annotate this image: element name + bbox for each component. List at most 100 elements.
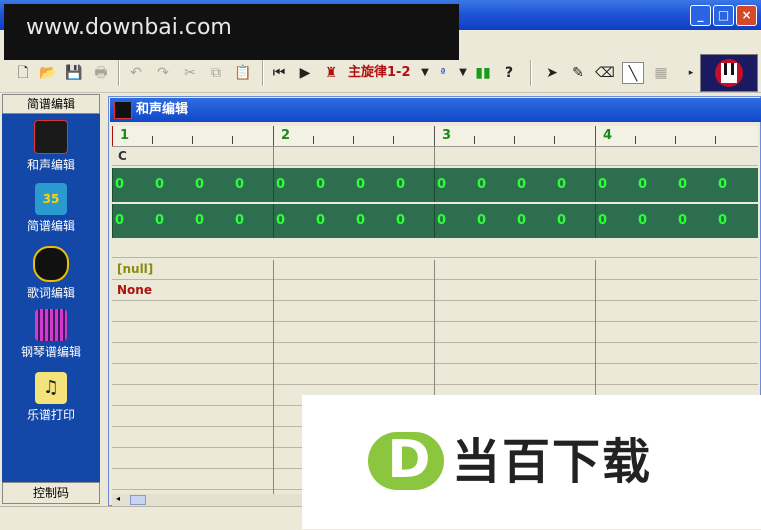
beat-value[interactable]: 0 [678, 177, 687, 192]
score-row[interactable] [112, 260, 758, 280]
beat-tick [635, 136, 636, 144]
beat-tick [393, 136, 394, 144]
beat-value[interactable]: 0 [598, 213, 607, 228]
numbered-notation-icon: 3̇5 [35, 183, 67, 215]
beat-value[interactable]: 0 [235, 177, 244, 192]
new-file-icon[interactable]: 🗋 [12, 62, 34, 84]
brand-logo-letter: D [387, 430, 431, 490]
beat-value[interactable]: 0 [115, 213, 124, 228]
line-icon[interactable]: ╲ [622, 62, 644, 84]
beat-value[interactable]: 0 [517, 177, 526, 192]
harmony-icon [34, 120, 68, 154]
beat-value[interactable]: 0 [155, 213, 164, 228]
maximize-button[interactable]: □ [713, 5, 734, 26]
module-numbered-notation[interactable]: 3̇5 简谱编辑 [2, 183, 100, 234]
undo-icon[interactable]: ↶ [125, 62, 147, 84]
beat-value[interactable]: 0 [477, 177, 486, 192]
scroll-left-icon[interactable]: ◂ [116, 494, 120, 503]
chord-symbol[interactable]: C [118, 149, 127, 163]
beat-value[interactable]: 0 [155, 177, 164, 192]
close-button[interactable]: × [736, 5, 757, 26]
pencil-icon[interactable]: ✎ [567, 62, 589, 84]
beat-tick [554, 136, 555, 144]
skip-start-icon[interactable]: ⏮ [268, 62, 290, 84]
horizontal-scrollbar[interactable]: ◂ [112, 494, 302, 506]
module-lyrics[interactable]: 歌词编辑 [2, 246, 100, 301]
score-row[interactable] [112, 323, 758, 343]
chevron-down-icon[interactable]: ▼ [452, 62, 474, 84]
beat-value[interactable]: 0 [517, 213, 526, 228]
score-row[interactable] [112, 281, 758, 301]
save-icon[interactable]: 💾 [63, 62, 85, 84]
beat-tick [232, 136, 233, 144]
beat-value[interactable]: 0 [276, 177, 285, 192]
beat-value[interactable]: 0 [195, 213, 204, 228]
toolbar-separator [118, 60, 120, 86]
beat-value[interactable]: 0 [678, 213, 687, 228]
paste-icon[interactable]: 📋 [232, 62, 254, 84]
cut-icon[interactable]: ✂ [179, 62, 201, 84]
beat-value[interactable]: 0 [316, 213, 325, 228]
measure-number: 3 [442, 128, 452, 143]
beat-value[interactable]: 0 [557, 177, 566, 192]
help-icon[interactable]: ? [498, 62, 520, 84]
minimize-button[interactable]: _ [690, 5, 711, 26]
beat-value[interactable]: 0 [356, 177, 365, 192]
measure-line [273, 168, 274, 202]
beat-value[interactable]: 0 [276, 213, 285, 228]
print-icon[interactable]: 🖶 [90, 62, 112, 84]
beat-value[interactable]: 0 [638, 177, 647, 192]
play-icon[interactable]: ▶ [294, 62, 316, 84]
module-score-print[interactable]: ♫ 乐谱打印 [2, 372, 100, 423]
beat-value[interactable]: 0 [718, 213, 727, 228]
beat-value[interactable]: 0 [316, 177, 325, 192]
note-icon[interactable]: ª [432, 62, 454, 84]
level-bars-icon[interactable]: ▮▮ [472, 62, 494, 84]
measure-line [273, 146, 274, 168]
panel-tab-control-code[interactable]: 控制码 [2, 482, 100, 504]
beat-value[interactable]: 0 [718, 177, 727, 192]
beat-value[interactable]: 0 [235, 213, 244, 228]
measure-line [273, 204, 274, 238]
melody-track-label[interactable]: 主旋律1-2 [348, 62, 411, 84]
measure-line [273, 260, 274, 494]
eraser-icon[interactable]: ⌫ [594, 62, 616, 84]
beat-value[interactable]: 0 [356, 213, 365, 228]
beat-value[interactable]: 0 [437, 213, 446, 228]
copy-icon[interactable]: ⧉ [205, 62, 227, 84]
beat-value[interactable]: 0 [557, 213, 566, 228]
metronome-icon[interactable]: ♜ [320, 62, 342, 84]
chevron-right-icon[interactable]: ▸ [680, 62, 702, 84]
measure-number: 2 [281, 128, 291, 143]
beat-value[interactable]: 0 [115, 177, 124, 192]
beat-value[interactable]: 0 [638, 213, 647, 228]
beat-value[interactable]: 0 [396, 213, 405, 228]
score-row[interactable] [112, 365, 758, 385]
beat-value[interactable]: 0 [598, 177, 607, 192]
beat-value[interactable]: 0 [437, 177, 446, 192]
beat-value[interactable]: 0 [396, 177, 405, 192]
measure-line [112, 204, 113, 238]
grid-icon[interactable]: ▦ [650, 62, 672, 84]
redo-icon[interactable]: ↷ [152, 62, 174, 84]
module-label: 简谱编辑 [26, 219, 75, 233]
score-row[interactable] [112, 146, 758, 166]
scroll-thumb[interactable] [130, 495, 146, 505]
select-arrow-icon[interactable]: ➤ [541, 62, 563, 84]
score-row[interactable] [112, 302, 758, 322]
track-row[interactable] [112, 204, 758, 238]
module-harmony[interactable]: 和声编辑 [2, 120, 100, 173]
module-piano-score[interactable]: 钢琴谱编辑 [2, 309, 100, 360]
module-label: 钢琴谱编辑 [20, 345, 81, 359]
panel-tab-numbered-notation[interactable]: 简谱编辑 [2, 94, 100, 114]
beat-tick [313, 136, 314, 144]
measure-marker [273, 126, 274, 146]
beat-value[interactable]: 0 [477, 213, 486, 228]
track-row[interactable] [112, 168, 758, 202]
beat-value[interactable]: 0 [195, 177, 204, 192]
measure-line [112, 168, 113, 202]
score-row[interactable] [112, 238, 758, 258]
piano-score-icon [35, 309, 67, 341]
score-row[interactable] [112, 344, 758, 364]
open-folder-icon[interactable]: 📂 [37, 62, 59, 84]
